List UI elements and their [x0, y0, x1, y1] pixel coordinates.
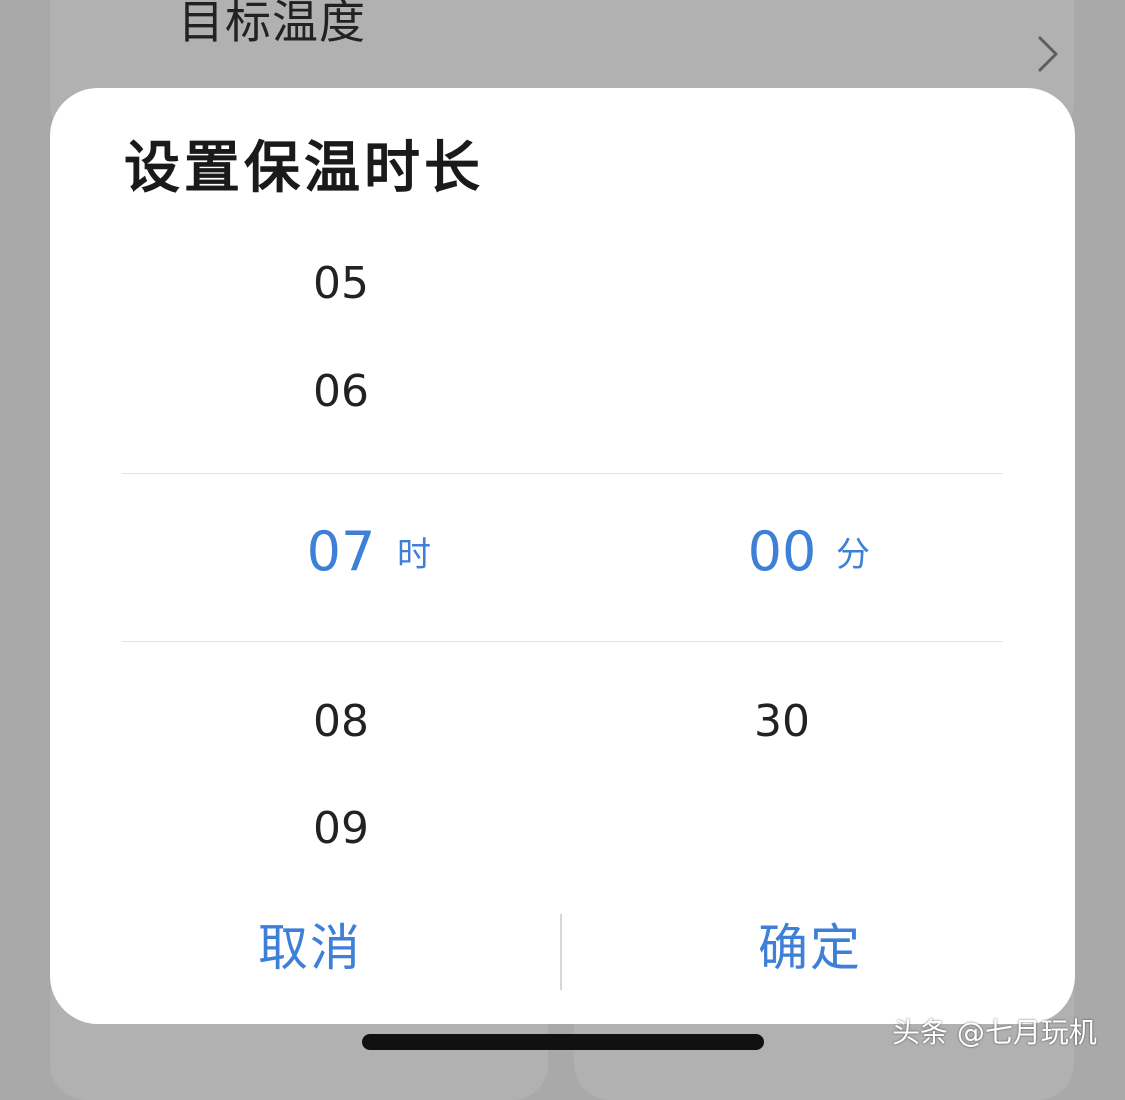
dialog-title: 设置保温时长	[124, 136, 484, 201]
minute-unit-label: 分	[836, 535, 870, 575]
hour-option[interactable]: 09	[251, 799, 431, 859]
watermark: 头条 @七月玩机	[892, 1016, 1097, 1049]
home-indicator[interactable]	[362, 1034, 764, 1050]
selection-divider-top	[122, 473, 1003, 474]
hour-option[interactable]: 05	[251, 254, 431, 314]
action-divider	[560, 914, 562, 990]
selection-divider-bottom	[122, 641, 1003, 642]
minute-option[interactable]: 30	[692, 692, 872, 752]
hour-unit-label: 时	[397, 535, 431, 575]
section-title: 目标温度	[178, 0, 366, 49]
cancel-button[interactable]: 取消	[160, 913, 460, 983]
chevron-right-icon	[1038, 36, 1058, 72]
confirm-button[interactable]: 确定	[660, 913, 960, 983]
hour-option[interactable]: 08	[251, 692, 431, 752]
hour-option[interactable]: 06	[251, 362, 431, 422]
keep-warm-duration-dialog: 设置保温时长 05 06 07 时 08 09 00 分 30 取消 确定	[50, 88, 1075, 1024]
